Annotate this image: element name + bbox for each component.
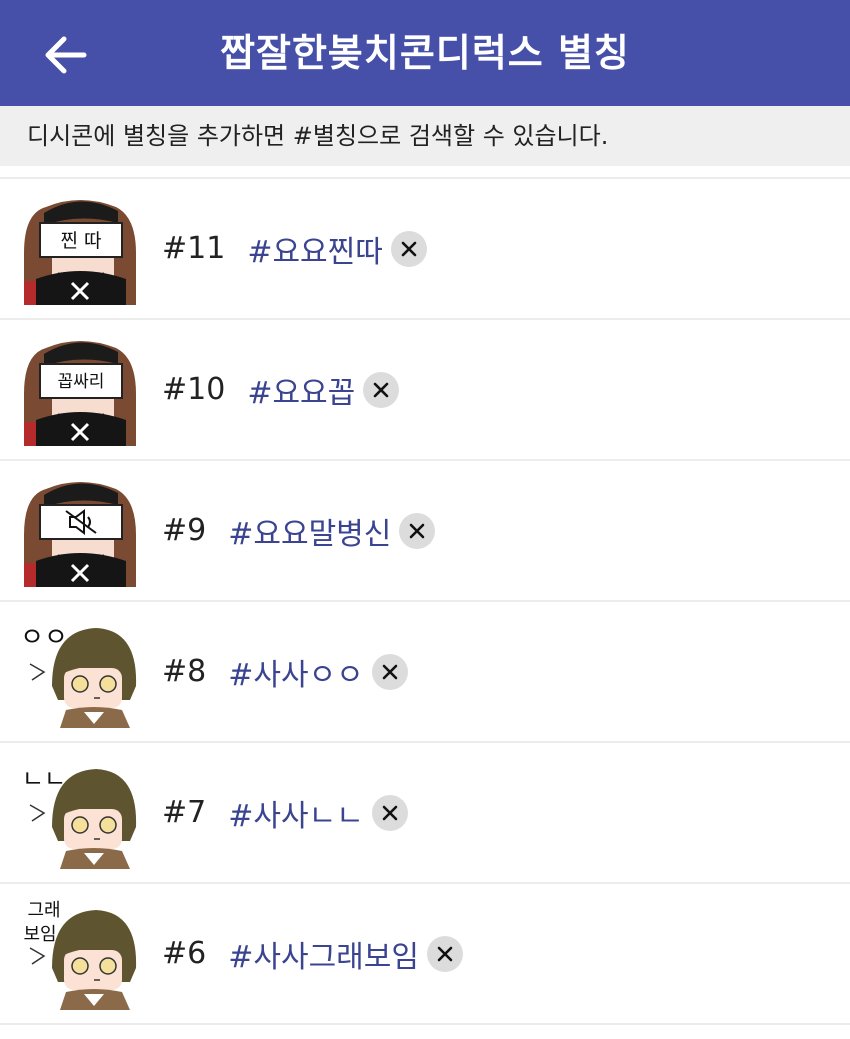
sticker-thumbnail[interactable]: 그래 보임: [22, 898, 138, 1010]
app-bar: 짭잘한봊치콘디럭스 별칭: [0, 0, 850, 106]
list-item: #9 #요요말병신: [0, 461, 850, 602]
alias-number: #6: [162, 936, 207, 971]
list-item: 그래 보임 #6 #사사그래보임: [0, 884, 850, 1025]
close-icon: [373, 382, 389, 397]
sticker-thumbnail[interactable]: 꼽싸리: [22, 334, 138, 446]
info-banner: 디시콘에 별칭을 추가하면 #별칭으로 검색할 수 있습니다.: [0, 106, 850, 166]
delete-alias-button[interactable]: [399, 512, 436, 549]
alias-list: 찐 따 #11 #요요찐따 꼽싸리 #10 #요요꼽 #9 #요요말병신 ㅇㅇ …: [0, 177, 850, 1025]
alias-tag[interactable]: #요요말병신: [228, 509, 391, 553]
delete-alias-button[interactable]: [371, 653, 408, 690]
sticker-thumbnail[interactable]: ㄴㄴ: [22, 757, 138, 869]
sticker-label: 찐 따: [61, 230, 102, 252]
sticker-label: ㄴㄴ: [22, 765, 66, 793]
alias-number: #7: [162, 795, 207, 830]
alias-number: #9: [162, 513, 207, 548]
sticker-label-line-1: 그래: [27, 900, 60, 921]
alias-number: #10: [162, 372, 226, 407]
alias-number: #8: [162, 654, 207, 689]
alias-number: #11: [162, 231, 226, 266]
alias-tag[interactable]: #요요꼽: [247, 368, 355, 412]
alias-tag[interactable]: #요요찐따: [247, 227, 383, 271]
delete-alias-button[interactable]: [390, 230, 427, 267]
delete-alias-button[interactable]: [371, 794, 408, 831]
sticker-label-line-2: 보임: [23, 924, 56, 945]
delete-alias-button[interactable]: [363, 371, 400, 408]
close-icon: [382, 664, 398, 679]
list-item: ㅇㅇ #8 #사사ㅇㅇ: [0, 602, 850, 743]
sticker-thumbnail[interactable]: ㅇㅇ: [22, 616, 138, 728]
info-text: 디시콘에 별칭을 추가하면 #별칭으로 검색할 수 있습니다.: [27, 122, 609, 150]
sticker-thumbnail[interactable]: [22, 475, 138, 587]
list-item: 찐 따 #11 #요요찐따: [0, 179, 850, 320]
alias-tag[interactable]: #사사ㄴㄴ: [228, 791, 364, 835]
close-icon: [410, 523, 425, 538]
list-item: 꼽싸리 #10 #요요꼽: [0, 320, 850, 461]
delete-alias-button[interactable]: [426, 935, 463, 972]
alias-tag[interactable]: #사사그래보임: [228, 932, 419, 976]
close-icon: [437, 946, 453, 961]
close-icon: [382, 805, 398, 820]
alias-tag[interactable]: #사사ㅇㅇ: [228, 650, 364, 694]
page-title: 짭잘한봊치콘디럭스 별칭: [220, 31, 630, 75]
sticker-thumbnail[interactable]: 찐 따: [22, 193, 138, 305]
list-item: ㄴㄴ #7 #사사ㄴㄴ: [0, 743, 850, 884]
close-icon: [401, 241, 417, 256]
sticker-label: 꼽싸리: [58, 372, 105, 392]
